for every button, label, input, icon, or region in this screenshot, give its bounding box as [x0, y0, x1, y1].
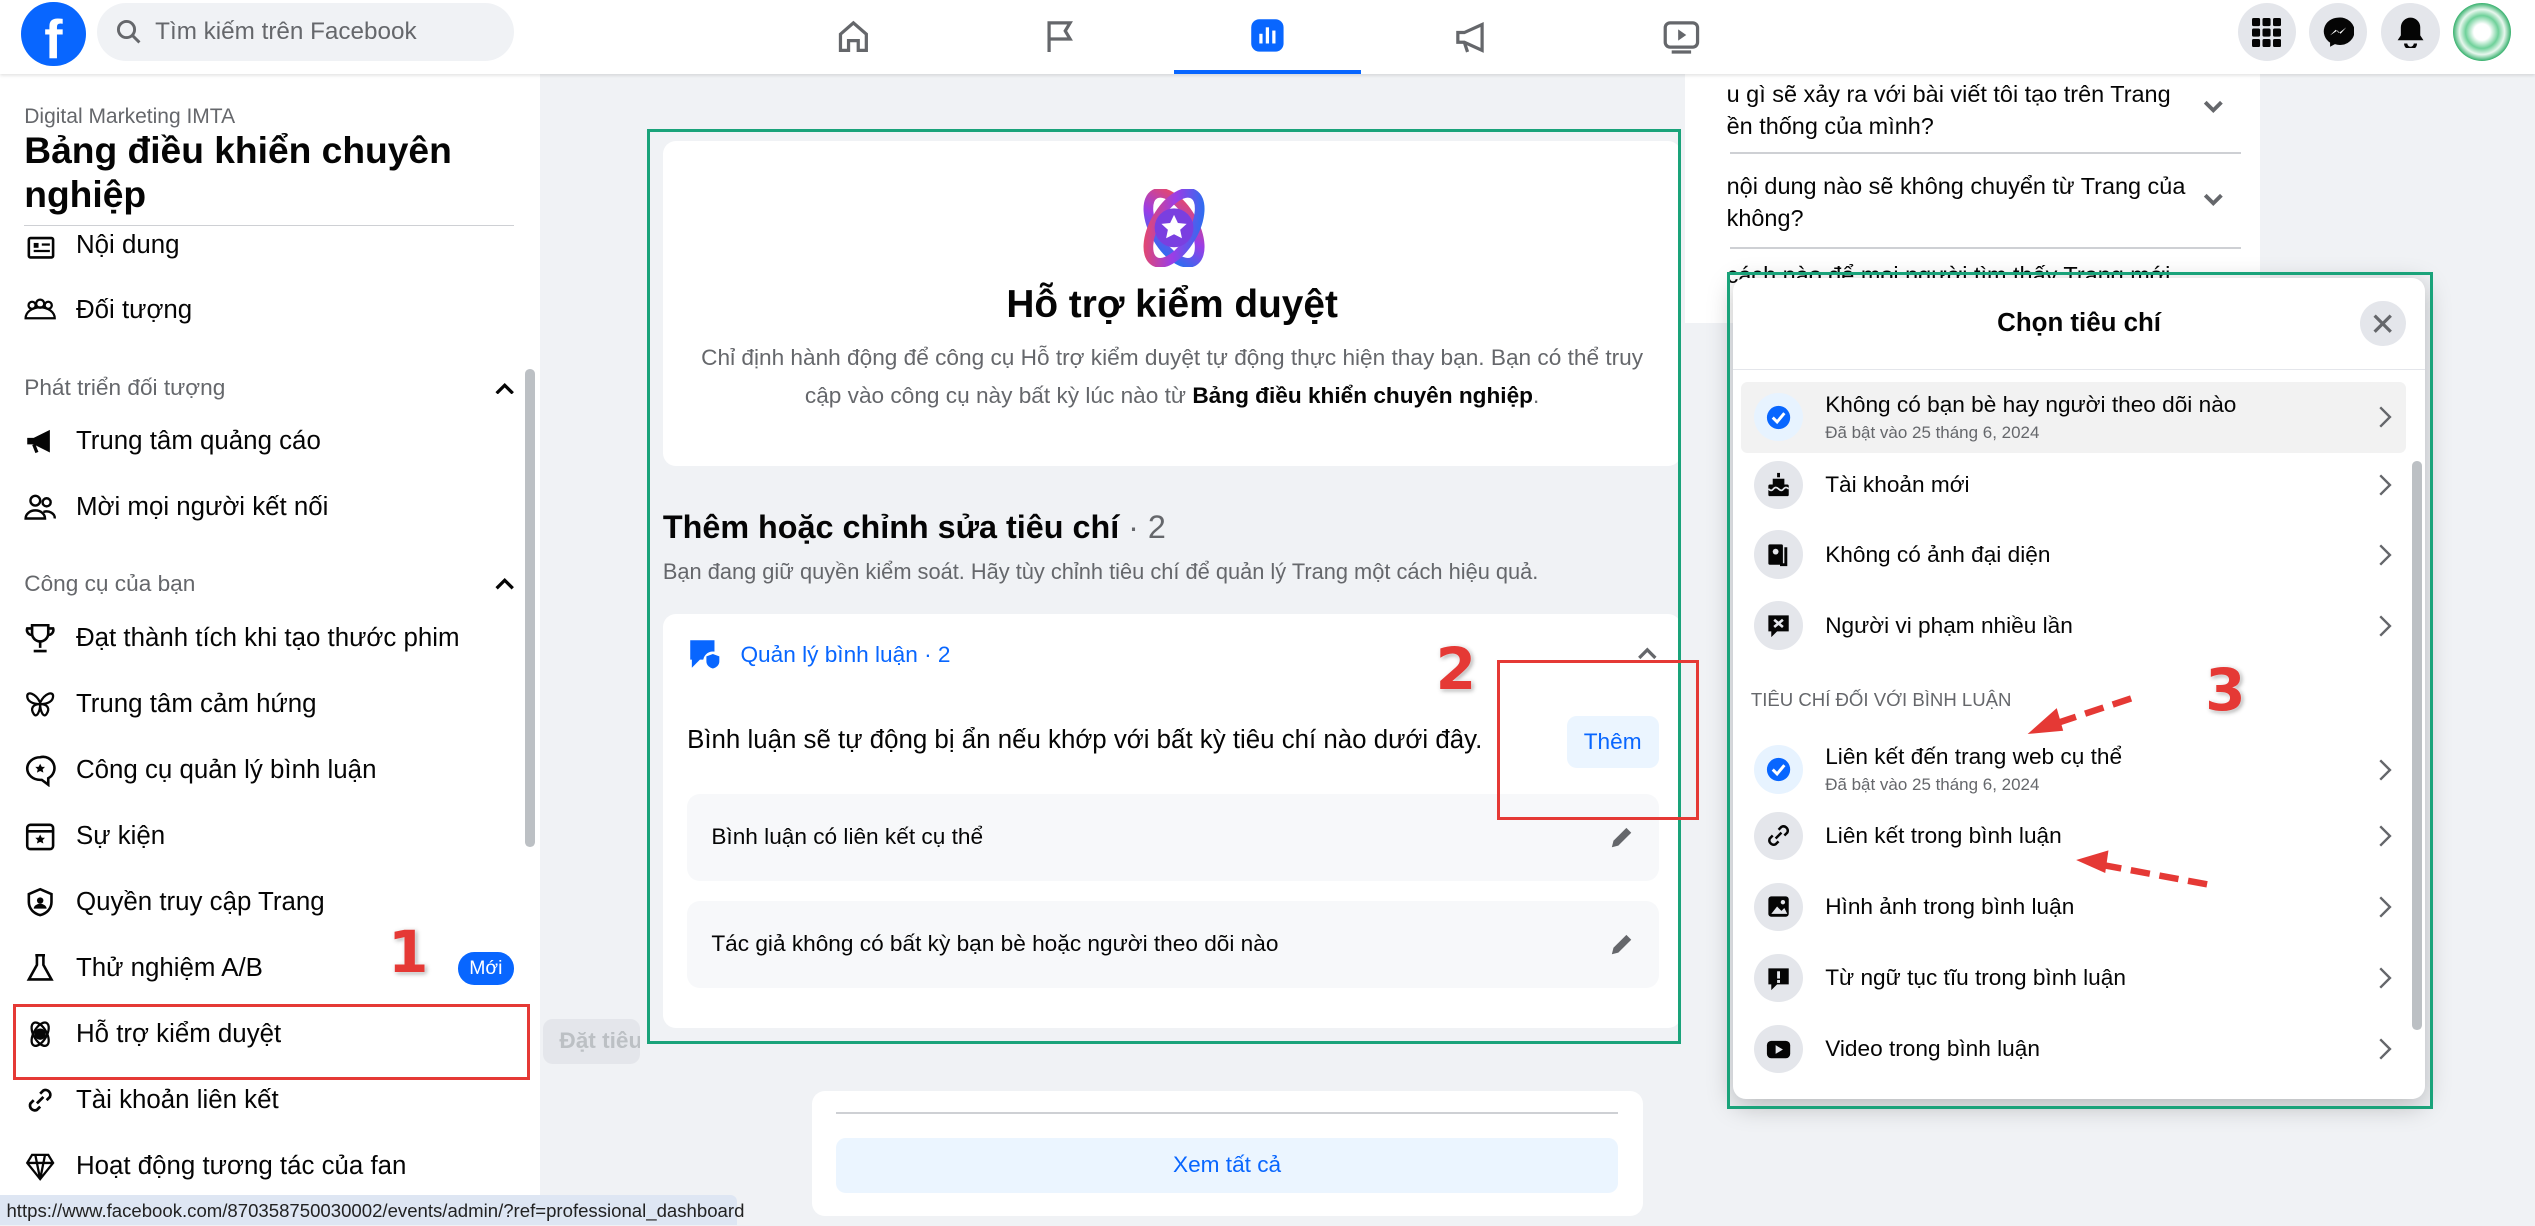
nav-ads[interactable] — [1379, 0, 1567, 74]
annotation-box-1 — [12, 1003, 531, 1080]
dashboard-icon — [1251, 19, 1284, 52]
calendar-icon — [26, 823, 55, 851]
shield-icon — [27, 888, 54, 917]
content-icon — [27, 236, 55, 259]
sidebar-item[interactable]: Hoạt động tương tác của fan — [24, 1147, 406, 1186]
new-badge: Mới — [457, 952, 515, 985]
status-bar-url: https://www.facebook.com/870358750030002… — [0, 1194, 744, 1226]
page-name: Digital Marketing IMTA — [24, 105, 236, 129]
section-header[interactable]: Phát triển đối tượng — [24, 375, 225, 401]
nav-video[interactable] — [1588, 0, 1776, 74]
people-icon — [24, 495, 57, 521]
chevron-down-icon[interactable] — [2202, 99, 2225, 115]
top-bar: f Tìm kiếm trên Facebook — [0, 0, 2535, 75]
comment-icon — [26, 755, 56, 787]
page-title: Bảng điều khiển chuyên nghiệp — [24, 129, 452, 215]
section-header[interactable]: Công cụ của bạn — [24, 571, 195, 597]
messenger-icon — [2323, 17, 2354, 47]
flask-icon — [26, 954, 54, 981]
highlight-box-main — [646, 129, 1682, 1045]
nav-home[interactable] — [760, 0, 948, 74]
audience-icon — [24, 298, 57, 320]
megaphone-icon — [1456, 21, 1485, 53]
bell-icon — [2397, 17, 2424, 49]
home-icon — [839, 20, 869, 52]
divider — [1729, 247, 2241, 249]
butterfly-icon — [26, 692, 55, 717]
chevron-up-icon[interactable] — [495, 382, 514, 395]
messenger-button[interactable] — [2308, 3, 2367, 62]
sidebar-item[interactable]: Tài khoản liên kết — [24, 1081, 279, 1120]
facebook-logo[interactable]: f — [21, 1, 86, 67]
faq-item[interactable]: nội dung nào sẽ không chuyển từ Trang củ… — [1727, 170, 2186, 235]
see-all-button[interactable]: Xem tất cả — [835, 1138, 1619, 1194]
menu-grid-icon — [2252, 17, 2282, 47]
search-icon — [117, 20, 141, 44]
faq-item[interactable]: u gì sẽ xảy ra với bài viết tôi tạo trên… — [1727, 78, 2171, 143]
link-icon — [28, 1088, 52, 1112]
see-all-card: Xem tất cả — [811, 1091, 1643, 1216]
sidebar-scrollbar[interactable] — [525, 368, 536, 848]
sidebar-item[interactable]: Nội dung — [24, 226, 179, 265]
sidebar-item[interactable]: Đạt thành tích khi tạo thước phim — [24, 619, 460, 658]
divider — [835, 1112, 1619, 1114]
annotation-box-2 — [1497, 659, 1700, 820]
annotation-number-1: 1 — [388, 918, 429, 987]
annotation-arrows — [2027, 695, 2208, 888]
chevron-down-icon[interactable] — [2202, 192, 2225, 208]
sidebar-item[interactable]: Sự kiện — [24, 817, 165, 856]
nav-pages[interactable] — [967, 0, 1155, 74]
trophy-icon — [25, 624, 55, 653]
sidebar-item[interactable]: Công cụ quản lý bình luận — [24, 751, 376, 790]
sidebar-item[interactable]: Trung tâm cảm hứng — [24, 685, 317, 724]
set-criteria-button[interactable]: Đặt tiêu — [543, 1018, 641, 1064]
annotation-number-3: 3 — [2205, 656, 2246, 725]
annotation-number-2: 2 — [1435, 635, 1477, 704]
sidebar-item[interactable]: Đối tượng — [24, 291, 192, 330]
video-icon — [1663, 21, 1700, 54]
nav-dashboard[interactable] — [1173, 0, 1362, 75]
notifications-button[interactable] — [2381, 3, 2440, 62]
menu-button[interactable] — [2237, 3, 2296, 62]
sidebar-item[interactable]: Thử nghiệm A/B — [24, 949, 263, 988]
sidebar-item[interactable]: Quyền truy cập Trang — [24, 883, 325, 922]
divider — [1729, 151, 2241, 154]
chevron-up-icon[interactable] — [495, 577, 514, 590]
avatar[interactable] — [2452, 3, 2511, 62]
sidebar-item[interactable]: Trung tâm quảng cáo — [24, 422, 321, 461]
search-input[interactable]: Tìm kiếm trên Facebook — [97, 3, 515, 62]
sidebar-item[interactable]: Mời mọi người kết nối — [24, 488, 328, 527]
flag-icon — [1047, 21, 1074, 52]
diamond-icon — [26, 1153, 55, 1182]
megaphone-icon — [27, 430, 51, 454]
